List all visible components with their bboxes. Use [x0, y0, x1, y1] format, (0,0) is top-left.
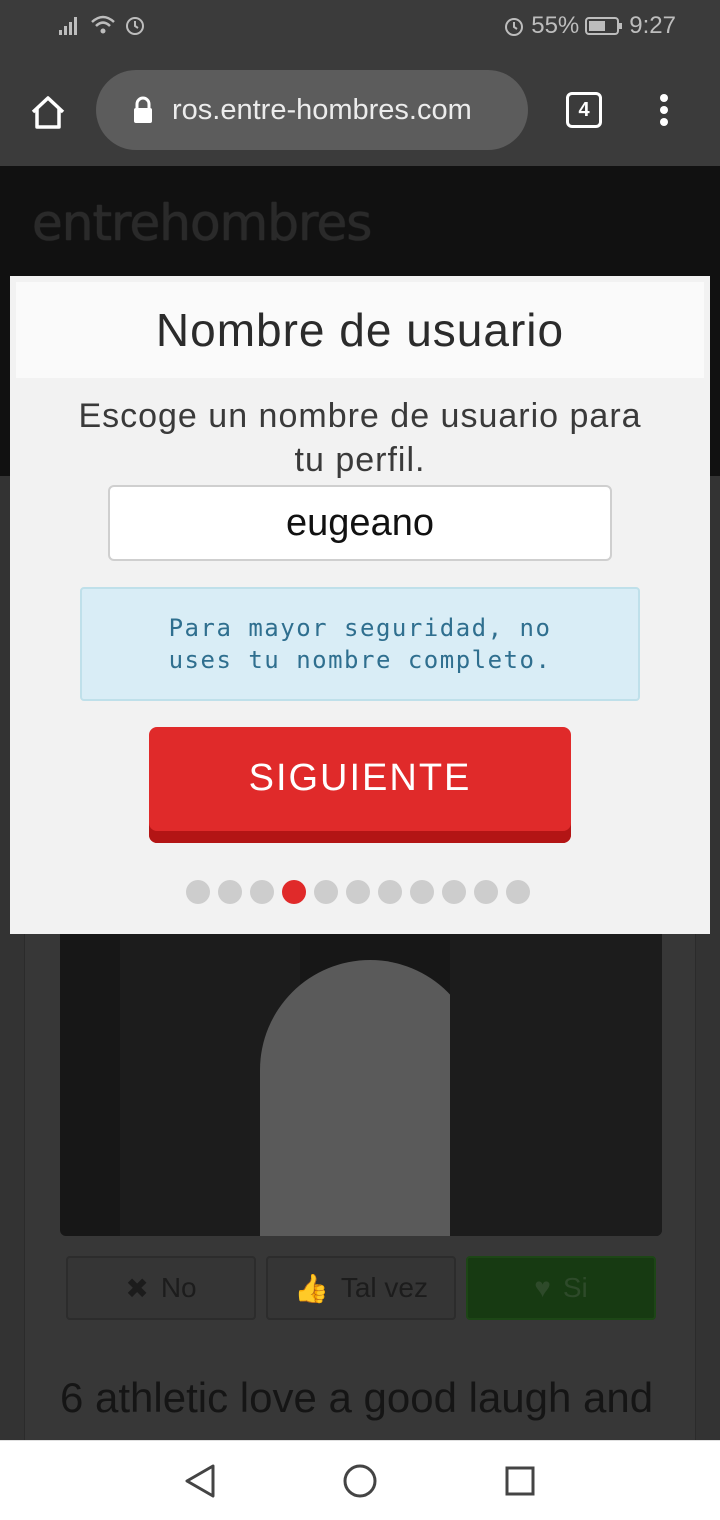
vote-maybe-label: Tal vez [340, 1272, 429, 1303]
wifi-icon [90, 14, 116, 36]
step-indicator [186, 880, 530, 904]
step-dot [250, 880, 274, 904]
vote-yes-label: Si [562, 1272, 588, 1303]
system-navigation-bar [0, 1440, 720, 1520]
step-dot [474, 880, 498, 904]
battery-percent: 55% [531, 12, 580, 39]
modal-header: Nombre de usuario [16, 282, 704, 378]
status-bar: 55% 9:27 [0, 0, 720, 56]
step-dot [218, 880, 242, 904]
step-dot [442, 880, 466, 904]
step-dot-active [282, 880, 306, 904]
profile-bio: 6 athletic love a good laugh and [60, 1374, 654, 1421]
step-dot [314, 880, 338, 904]
recent-apps-button[interactable] [500, 1461, 540, 1501]
battery-icon [585, 15, 623, 37]
status-left [58, 14, 146, 36]
home-icon [31, 96, 65, 129]
menu-dot [660, 118, 668, 126]
thumbs-up-icon: 👍 [293, 1272, 329, 1304]
back-icon [185, 1464, 215, 1498]
alarm-icon [503, 15, 525, 37]
security-info-box: Para mayor seguridad, no uses tu nombre … [80, 587, 640, 701]
vote-maybe-button: 👍 Tal vez [266, 1256, 456, 1320]
vote-yes-button: ♥ Si [466, 1256, 656, 1320]
vote-no-label: No [160, 1272, 197, 1303]
photo-shape [260, 960, 480, 1236]
username-input[interactable] [108, 485, 612, 561]
step-dot [506, 880, 530, 904]
step-dot [410, 880, 434, 904]
status-right: 55% 9:27 [503, 12, 676, 40]
site-logo: entrehombres [32, 194, 372, 252]
url-text: ros.entre-hombres.com [172, 93, 472, 126]
recent-apps-icon [505, 1466, 535, 1496]
close-icon: ✖ [125, 1272, 149, 1304]
profile-photo [60, 930, 662, 1236]
step-dot [186, 880, 210, 904]
address-bar[interactable]: ros.entre-hombres.com [96, 70, 528, 150]
back-button[interactable] [180, 1461, 220, 1501]
lock-icon [134, 96, 152, 123]
modal-title: Nombre de usuario [155, 304, 565, 356]
tab-switcher-button[interactable]: 4 [566, 92, 602, 128]
step-dot [346, 880, 370, 904]
step-dot [378, 880, 402, 904]
home-circle-icon [343, 1464, 377, 1498]
menu-dot [660, 106, 668, 114]
username-modal: Nombre de usuario Escoge un nombre de us… [10, 276, 710, 934]
clock-time: 9:27 [629, 12, 676, 39]
overflow-menu-button[interactable] [650, 86, 678, 134]
home-nav-button[interactable] [340, 1461, 380, 1501]
next-button[interactable]: SIGUIENTE [149, 727, 571, 843]
heart-icon: ♥ [534, 1272, 551, 1303]
signal-icon [58, 14, 82, 36]
vote-no-button: ✖ No [66, 1256, 256, 1320]
modal-subtitle: Escoge un nombre de usuario para tu perf… [78, 397, 642, 479]
home-button[interactable] [24, 88, 72, 136]
browser-toolbar: ros.entre-hombres.com 4 [0, 56, 720, 166]
photo-shape [450, 930, 662, 1236]
alarm-icon [124, 14, 146, 36]
menu-dot [660, 94, 668, 102]
